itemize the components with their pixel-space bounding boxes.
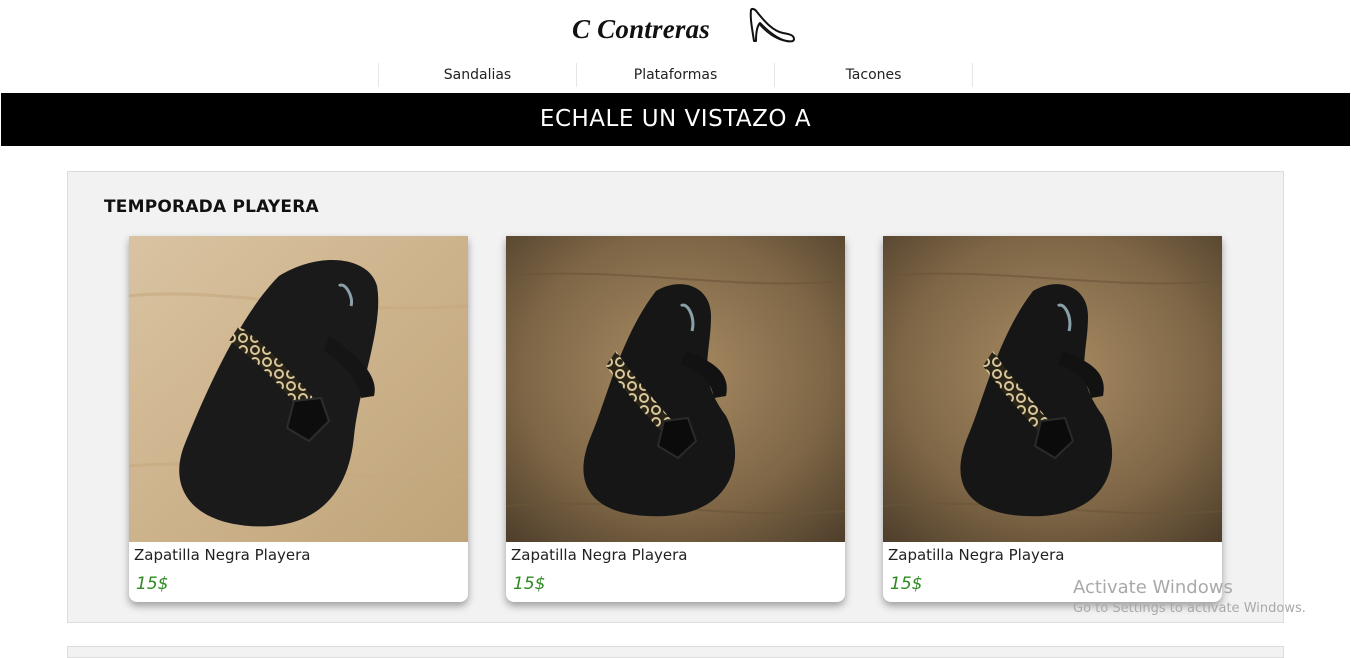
brand-name[interactable]: C Contreras bbox=[572, 14, 710, 45]
product-image[interactable] bbox=[883, 236, 1222, 542]
product-price: 15$ bbox=[136, 574, 169, 594]
product-name: Zapatilla Negra Playera bbox=[888, 546, 1065, 564]
product-price: 15$ bbox=[890, 574, 923, 594]
product-image[interactable] bbox=[129, 236, 468, 542]
section-title: TEMPORADA PLAYERA bbox=[104, 197, 319, 217]
product-section: TEMPORADA PLAYERA Zapatilla Negra Player… bbox=[67, 171, 1284, 623]
nav-item-sandalias[interactable]: Sandalias bbox=[379, 63, 576, 87]
product-name: Zapatilla Negra Playera bbox=[134, 546, 311, 564]
product-card[interactable]: Zapatilla Negra Playera 15$ bbox=[883, 236, 1222, 602]
next-section-top bbox=[67, 646, 1284, 658]
product-card[interactable]: Zapatilla Negra Playera 15$ bbox=[129, 236, 468, 602]
product-price: 15$ bbox=[513, 574, 546, 594]
main-nav: Sandalias Plataformas Tacones bbox=[378, 63, 973, 87]
product-image[interactable] bbox=[506, 236, 845, 542]
nav-divider bbox=[972, 63, 973, 87]
nav-item-tacones[interactable]: Tacones bbox=[775, 63, 972, 87]
nav-item-plataformas[interactable]: Plataformas bbox=[577, 63, 774, 87]
site-header: C Contreras Sandalias Plataformas Tacone… bbox=[0, 0, 1351, 93]
product-name: Zapatilla Negra Playera bbox=[511, 546, 688, 564]
product-card[interactable]: Zapatilla Negra Playera 15$ bbox=[506, 236, 845, 602]
promo-banner: ECHALE UN VISTAZO A bbox=[1, 93, 1350, 146]
high-heel-shoe-icon[interactable] bbox=[745, 4, 797, 46]
